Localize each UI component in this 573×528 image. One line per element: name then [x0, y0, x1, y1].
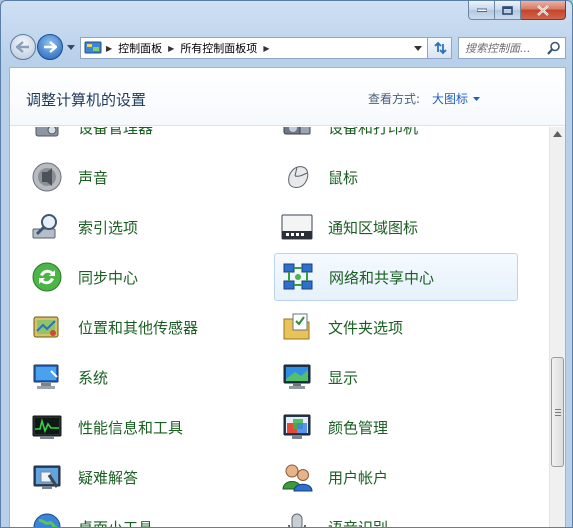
list-item[interactable]: 系统 [24, 353, 266, 401]
grip-icon [554, 408, 561, 416]
control-panel-window: ▶ 控制面板 ▶ 所有控制面板项 ▶ 搜索控制面... 调整计算机的设置 查看方… [0, 0, 573, 528]
close-button[interactable] [521, 1, 566, 20]
breadcrumb-separator: ▶ [168, 43, 175, 53]
recent-pages-dropdown[interactable] [66, 41, 76, 53]
item-label: 系统 [78, 368, 109, 387]
sync-center-icon [30, 260, 64, 294]
user-accounts-icon [280, 460, 314, 494]
maximize-icon [502, 5, 513, 15]
item-label: 索引选项 [78, 218, 139, 237]
list-item[interactable]: 桌面小工具 [24, 503, 266, 528]
chevron-down-icon [473, 96, 481, 101]
scrollbar-thumb[interactable] [551, 357, 564, 467]
breadcrumb-separator: ▶ [106, 43, 113, 53]
mouse-icon [280, 160, 314, 194]
breadcrumb-separator: ▶ [263, 43, 270, 53]
search-box[interactable]: 搜索控制面... [458, 37, 566, 59]
globe-icon [30, 510, 64, 527]
navigation-bar: ▶ 控制面板 ▶ 所有控制面板项 ▶ 搜索控制面... [9, 33, 566, 61]
list-item[interactable]: 显示 [274, 353, 516, 401]
microphone-icon [280, 510, 314, 527]
view-by-label: 查看方式: [368, 92, 421, 106]
notification-area-icon [280, 210, 314, 244]
list-item[interactable]: 语音识别 [274, 503, 516, 528]
list-item[interactable]: 设备管理器 [24, 127, 266, 151]
list-item[interactable]: 颜色管理 [274, 403, 516, 451]
item-label: 网络和共享中心 [329, 268, 435, 287]
address-dropdown[interactable] [411, 41, 425, 55]
item-label: 设备管理器 [78, 127, 154, 137]
search-placeholder: 搜索控制面... [465, 42, 531, 55]
control-panel-items: 设备管理器 设备和打印机 声音 鼠标 索引选项 通知区域图标 同步中心 网络和共… [10, 127, 550, 528]
view-by-selector[interactable]: 大图标 [432, 90, 481, 107]
item-label: 位置和其他传感器 [78, 318, 199, 337]
indexing-icon [30, 210, 64, 244]
folder-options-icon [280, 310, 314, 344]
refresh-icon [433, 41, 447, 55]
device-manager-icon [30, 127, 64, 144]
list-item[interactable]: 位置和其他传感器 [24, 303, 266, 351]
item-label: 桌面小工具 [78, 518, 154, 528]
minimize-icon [476, 8, 487, 12]
breadcrumb-control-panel[interactable]: 控制面板 [118, 40, 162, 56]
troubleshooting-icon [30, 460, 64, 494]
list-item[interactable]: 索引选项 [24, 203, 266, 251]
content-header: 调整计算机的设置 查看方式: 大图标 [10, 68, 565, 126]
list-item[interactable]: 文件夹选项 [274, 303, 516, 351]
back-button[interactable] [10, 34, 36, 60]
list-item[interactable]: 通知区域图标 [274, 203, 516, 251]
item-label: 显示 [328, 368, 359, 387]
item-label: 疑难解答 [78, 468, 139, 487]
item-label: 性能信息和工具 [78, 418, 184, 437]
page-title: 调整计算机的设置 [26, 91, 147, 109]
item-label: 通知区域图标 [328, 218, 419, 237]
view-by-value: 大图标 [432, 92, 469, 106]
speaker-icon [30, 160, 64, 194]
color-management-icon [280, 410, 314, 444]
item-label: 颜色管理 [328, 418, 389, 437]
forward-button[interactable] [37, 34, 63, 60]
location-sensors-icon [30, 310, 64, 344]
performance-icon [30, 410, 64, 444]
list-item[interactable]: 声音 [24, 153, 266, 201]
item-label: 同步中心 [78, 268, 139, 287]
chevron-down-icon [67, 44, 75, 50]
close-icon [537, 4, 549, 16]
list-item[interactable]: 用户帐户 [274, 453, 516, 501]
minimize-button[interactable] [468, 1, 495, 20]
content-pane: 调整计算机的设置 查看方式: 大图标 设备管理器 设备和打印机 声音 鼠标 索引… [9, 67, 566, 528]
chevron-down-icon [414, 45, 422, 51]
item-label: 用户帐户 [328, 468, 389, 487]
maximize-button[interactable] [495, 1, 521, 20]
vertical-scrollbar[interactable] [549, 127, 565, 527]
arrow-left-icon [16, 41, 29, 53]
arrow-right-icon [44, 41, 57, 53]
display-icon [280, 360, 314, 394]
list-item-hovered[interactable]: 网络和共享中心 [274, 253, 518, 301]
item-label: 声音 [78, 168, 109, 187]
list-item[interactable]: 鼠标 [274, 153, 516, 201]
breadcrumb-all-items[interactable]: 所有控制面板项 [180, 40, 257, 56]
list-item[interactable]: 性能信息和工具 [24, 403, 266, 451]
caption-buttons [468, 1, 566, 20]
list-item[interactable]: 设备和打印机 [274, 127, 516, 151]
address-bar[interactable]: ▶ 控制面板 ▶ 所有控制面板项 ▶ [80, 37, 428, 59]
item-label: 设备和打印机 [328, 127, 419, 137]
item-label: 语音识别 [328, 518, 389, 528]
system-icon [30, 360, 64, 394]
devices-printers-icon [280, 127, 314, 144]
network-sharing-icon [281, 260, 315, 294]
list-item[interactable]: 疑难解答 [24, 453, 266, 501]
control-panel-icon [84, 41, 102, 54]
search-icon [547, 41, 560, 55]
item-label: 文件夹选项 [328, 318, 404, 337]
list-item[interactable]: 同步中心 [24, 253, 266, 301]
item-label: 鼠标 [328, 168, 359, 187]
scroll-up-arrow-icon[interactable] [553, 131, 562, 137]
refresh-button[interactable] [428, 37, 452, 59]
